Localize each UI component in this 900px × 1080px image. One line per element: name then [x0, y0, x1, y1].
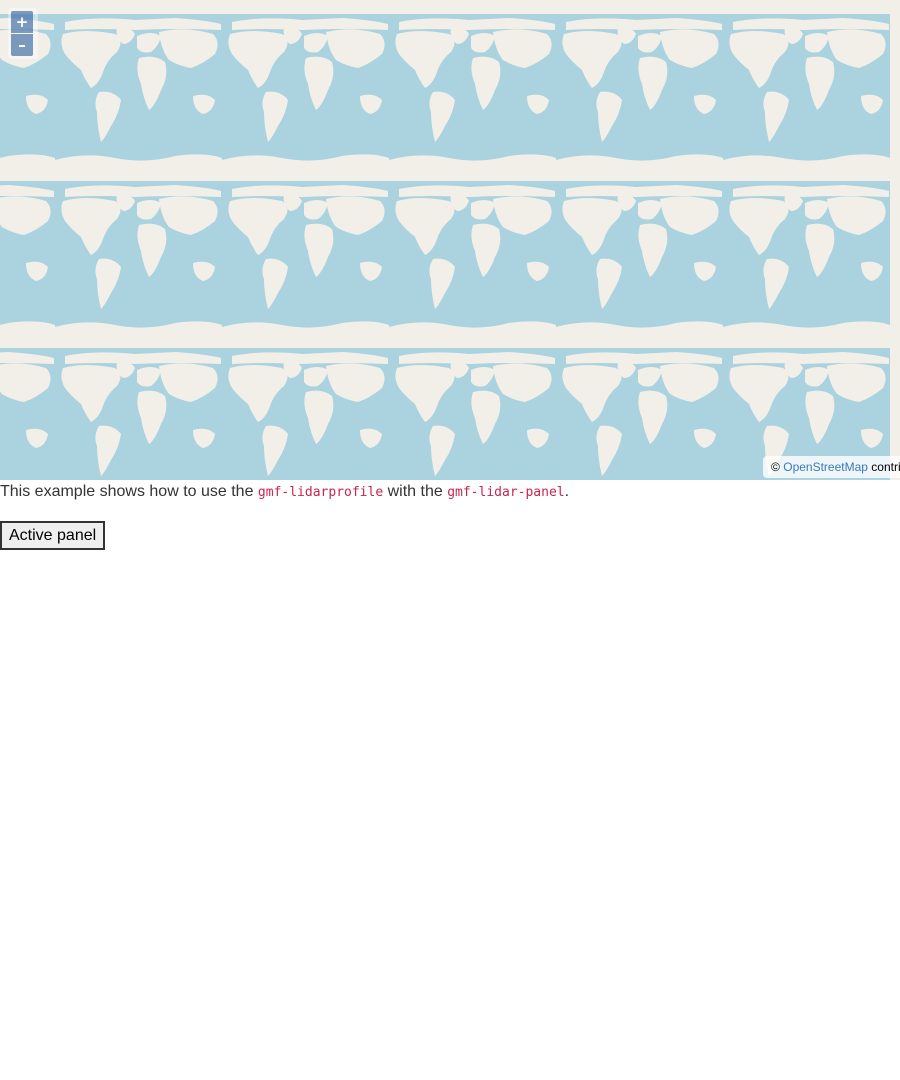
lidarprofile-code: gmf-lidarprofile — [257, 485, 384, 500]
active-panel-button[interactable]: Active panel — [0, 521, 106, 550]
description-text-3: . — [564, 483, 570, 500]
attribution-suffix: contributors — [871, 460, 900, 474]
world-tiles — [0, 14, 890, 480]
zoom-control: + – — [8, 8, 38, 59]
map-attribution: © OpenStreetMap contributors — [763, 456, 900, 478]
map-viewport[interactable]: + – © OpenStreetMap contributors — [0, 0, 900, 480]
copyright-symbol: © — [771, 460, 780, 474]
openstreetmap-link[interactable]: OpenStreetMap — [783, 460, 868, 474]
zoom-in-button[interactable]: + — [11, 11, 33, 33]
example-description: This example shows how to use the gmf-li… — [0, 482, 569, 503]
lidar-panel-code: gmf-lidar-panel — [447, 485, 565, 500]
zoom-out-button[interactable]: – — [11, 34, 33, 56]
description-text-2: with the — [387, 483, 443, 500]
description-text-1: This example shows how to use the — [0, 483, 254, 500]
